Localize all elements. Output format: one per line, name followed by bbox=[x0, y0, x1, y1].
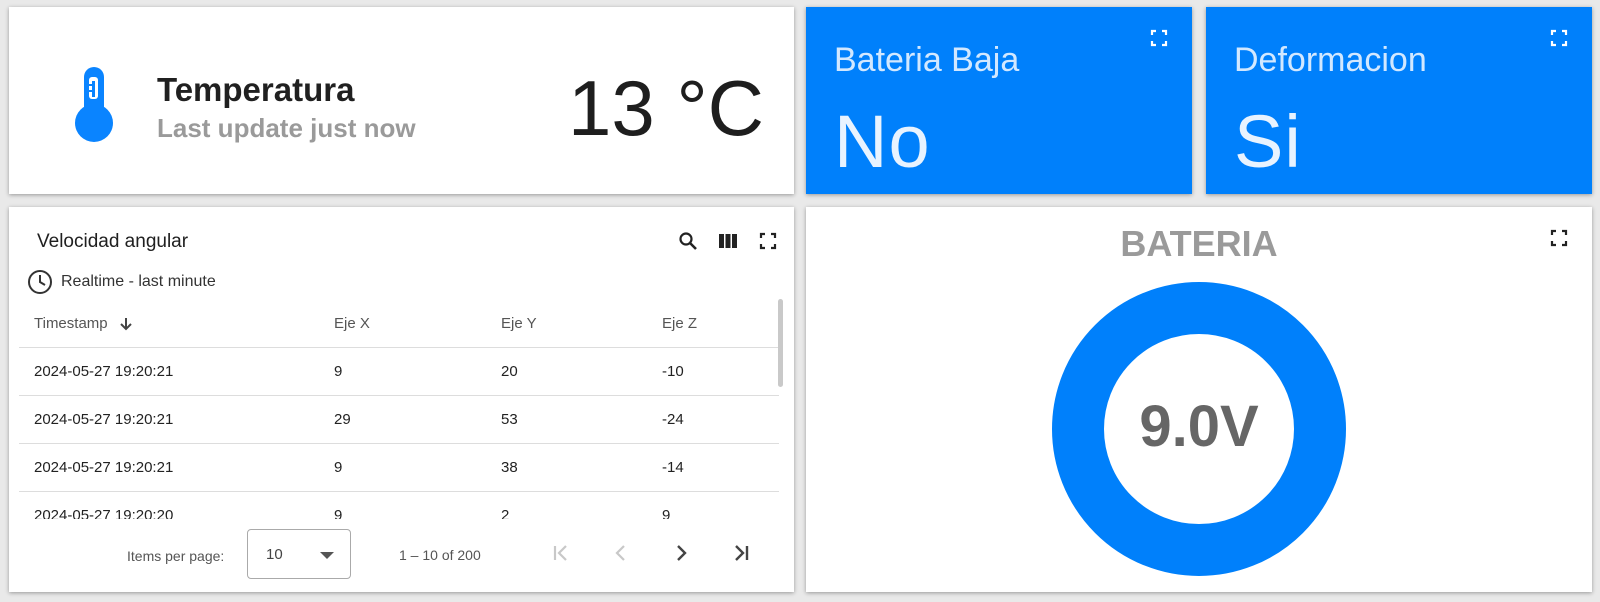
fullscreen-icon[interactable] bbox=[758, 231, 778, 251]
search-icon[interactable] bbox=[678, 231, 698, 251]
table-header-row: Timestamp Eje X Eje Y Eje Z bbox=[19, 299, 779, 348]
temperature-value: 13 °C bbox=[568, 64, 764, 152]
cell-timestamp: 2024-05-27 19:20:21 bbox=[19, 443, 319, 492]
sort-arrow-down-icon bbox=[120, 317, 132, 330]
timewindow-label: Realtime - last minute bbox=[61, 273, 216, 290]
table-scroll-area[interactable]: Timestamp Eje X Eje Y Eje Z 2024-05-27 1… bbox=[19, 299, 786, 519]
cell-eje-y: 20 bbox=[486, 347, 647, 396]
paginator: Items per page: 10 1 – 10 of 200 bbox=[9, 519, 794, 589]
table-row[interactable]: 2024-05-27 19:20:21 9 38 -14 bbox=[19, 443, 779, 492]
cell-eje-y: 2 bbox=[486, 491, 647, 519]
cell-eje-z: -14 bbox=[647, 443, 779, 492]
fullscreen-icon[interactable] bbox=[1550, 229, 1568, 247]
items-per-page-label: Items per page: bbox=[127, 548, 225, 564]
timewindow[interactable]: Realtime - last minute bbox=[27, 269, 216, 295]
table-row[interactable]: 2024-05-27 19:20:21 29 53 -24 bbox=[19, 395, 779, 444]
clock-icon bbox=[28, 270, 52, 294]
thermometer-icon bbox=[75, 67, 113, 142]
cell-eje-x: 9 bbox=[319, 491, 486, 519]
cell-eje-y: 38 bbox=[486, 443, 647, 492]
fullscreen-icon[interactable] bbox=[1150, 29, 1168, 47]
page-range: 1 – 10 of 200 bbox=[399, 547, 481, 563]
table-scrollbar[interactable] bbox=[778, 299, 783, 387]
table-title: Velocidad angular bbox=[37, 231, 189, 252]
cell-eje-x: 29 bbox=[319, 395, 486, 444]
previous-page-icon[interactable] bbox=[609, 541, 633, 565]
temperature-card: Temperatura Last update just now 13 °C bbox=[9, 7, 794, 194]
cell-eje-x: 9 bbox=[319, 443, 486, 492]
cell-timestamp: 2024-05-27 19:20:20 bbox=[19, 491, 319, 519]
temperature-title: Temperatura bbox=[157, 71, 355, 108]
column-header-eje-x[interactable]: Eje X bbox=[319, 299, 486, 348]
data-table: Timestamp Eje X Eje Y Eje Z 2024-05-27 1… bbox=[19, 299, 779, 519]
cell-eje-x: 9 bbox=[319, 347, 486, 396]
column-header-label: Timestamp bbox=[34, 314, 108, 332]
cell-timestamp: 2024-05-27 19:20:21 bbox=[19, 347, 319, 396]
deformacion-value: Si bbox=[1234, 100, 1302, 183]
bateria-baja-title: Bateria Baja bbox=[834, 41, 1020, 79]
cell-eje-z: -24 bbox=[647, 395, 779, 444]
bateria-baja-card: Bateria Baja No bbox=[806, 7, 1192, 194]
table-row[interactable]: 2024-05-27 19:20:20 9 2 9 bbox=[19, 491, 779, 519]
cell-eje-z: -10 bbox=[647, 347, 779, 396]
bateria-title: BATERIA bbox=[1120, 223, 1278, 264]
cell-eje-y: 53 bbox=[486, 395, 647, 444]
column-header-eje-y[interactable]: Eje Y bbox=[486, 299, 647, 348]
last-page-icon[interactable] bbox=[729, 541, 753, 565]
deformacion-title: Deformacion bbox=[1234, 41, 1427, 79]
table-toolbar bbox=[678, 231, 778, 251]
table-row[interactable]: 2024-05-27 19:20:21 9 20 -10 bbox=[19, 347, 779, 396]
temperature-last-update: Last update just now bbox=[157, 113, 416, 143]
next-page-icon[interactable] bbox=[669, 541, 693, 565]
cell-timestamp: 2024-05-27 19:20:21 bbox=[19, 395, 319, 444]
bateria-gauge-card: BATERIA 9.0V bbox=[806, 207, 1592, 592]
velocidad-table-card: Velocidad angular Realtime - last minute… bbox=[9, 207, 794, 592]
dropdown-caret-icon bbox=[320, 552, 334, 559]
column-header-timestamp[interactable]: Timestamp bbox=[19, 299, 319, 348]
fullscreen-icon[interactable] bbox=[1550, 29, 1568, 47]
first-page-icon[interactable] bbox=[549, 541, 573, 565]
columns-icon[interactable] bbox=[718, 231, 738, 251]
column-header-eje-z[interactable]: Eje Z bbox=[647, 299, 779, 348]
items-per-page-select[interactable]: 10 bbox=[247, 529, 351, 579]
deformacion-card: Deformacion Si bbox=[1206, 7, 1592, 194]
bateria-value: 9.0V bbox=[1139, 394, 1259, 459]
bateria-baja-value: No bbox=[834, 100, 931, 183]
cell-eje-z: 9 bbox=[647, 491, 779, 519]
items-per-page-value: 10 bbox=[266, 546, 283, 563]
